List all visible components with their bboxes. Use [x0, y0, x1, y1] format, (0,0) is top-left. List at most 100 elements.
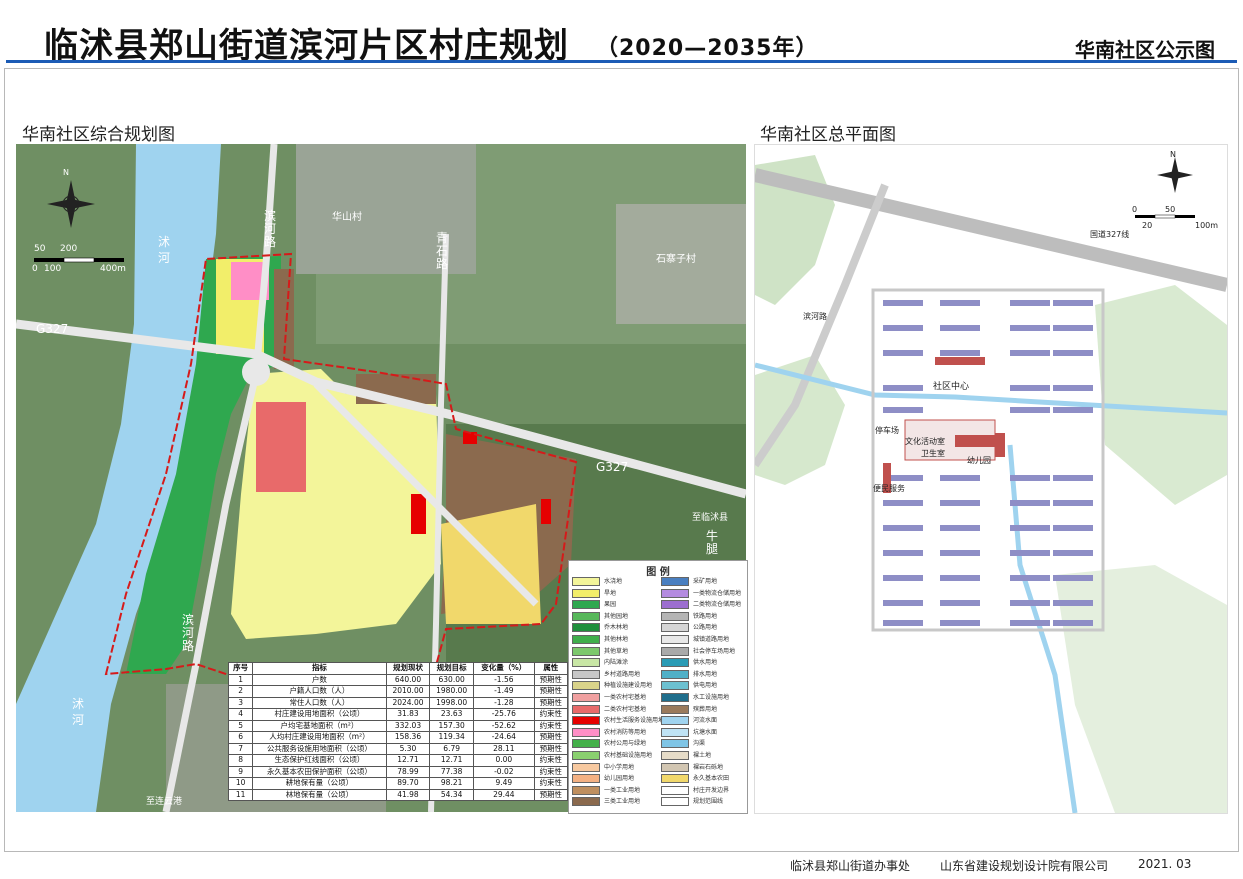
- legend-label: 坑塘水面: [693, 728, 718, 736]
- house-row: [883, 600, 923, 606]
- table-cell: 6.79: [429, 742, 474, 755]
- scale-label-200: 200: [60, 244, 78, 254]
- legend-swatch: [572, 716, 600, 726]
- legend-item: 裸土地: [661, 751, 711, 761]
- legend-item: 果园: [572, 600, 616, 610]
- legend-swatch: [661, 739, 689, 749]
- river-label-south: 沭 河: [72, 697, 85, 727]
- table-cell: 5: [227, 719, 254, 732]
- table-cell: -1.28: [472, 696, 535, 709]
- table-cell: 9: [227, 765, 254, 778]
- legend-swatch: [572, 658, 600, 668]
- house-row: [1010, 300, 1050, 306]
- house-row: [1053, 500, 1093, 506]
- legend-swatch: [572, 739, 600, 749]
- house-row: [940, 500, 980, 506]
- legend-swatch: [661, 658, 689, 668]
- map-legend: 图 例 水浇地 旱地 果园 其他园地 乔木林地 其他林地 其他草地 内陆滩涂 乡村道路用地 种植设…: [568, 560, 748, 814]
- binhe-road-label-south: 滨 河 路: [182, 613, 195, 653]
- table-row: 9 永久基本农田保护面积（公顷） 78.99 77.38 -0.02 约束性: [227, 765, 569, 778]
- table-cell: 119.34: [429, 731, 474, 744]
- house-row: [883, 385, 923, 391]
- scale-label-0: 0: [32, 264, 38, 274]
- house-row: [883, 350, 923, 356]
- table-cell: -0.02: [472, 765, 535, 778]
- table-cell: -52.62: [472, 719, 535, 732]
- legend-item: 裸岩石砾地: [661, 762, 723, 773]
- legend-title: 图 例: [646, 567, 670, 578]
- table-row: 6 人均村庄建设用地面积（m²） 158.36 119.34 -24.64 预期性: [227, 731, 569, 744]
- legend-label: 幼儿园用地: [604, 775, 635, 783]
- legend-label: 乡村道路用地: [604, 670, 641, 678]
- house-row: [940, 575, 980, 581]
- col-header: 规划目标: [429, 662, 474, 675]
- table-cell: 约束性: [533, 754, 569, 767]
- legend-item: 社会停车场用地: [661, 646, 735, 657]
- house-row: [1010, 575, 1050, 581]
- legend-item: 沟渠: [661, 739, 705, 749]
- legend-label: 裸土地: [693, 752, 712, 759]
- table-cell: 3: [227, 696, 254, 709]
- table-cell: 常住人口数（人）: [252, 696, 387, 709]
- scale-seg-2: [1154, 214, 1176, 219]
- legend-label: 水浇地: [604, 578, 623, 585]
- table-cell: 6: [227, 731, 254, 744]
- legend-label: 其他园地: [604, 612, 629, 620]
- house-row: [1053, 325, 1093, 331]
- col-header: 变化量（%）: [472, 662, 535, 675]
- house-row: [940, 475, 980, 481]
- scale-label-0: 0: [1132, 205, 1138, 214]
- footer-date: 2021. 03: [1138, 857, 1192, 871]
- table-cell: -24.64: [472, 731, 535, 744]
- table-cell: 12.71: [429, 754, 474, 767]
- legend-label: 三类工业用地: [604, 798, 641, 806]
- house-row: [1010, 407, 1050, 413]
- legend-label: 二类农村宅基地: [604, 705, 647, 713]
- house-row: [1053, 475, 1093, 481]
- legend-swatch: [661, 635, 689, 644]
- legend-swatch: [572, 704, 600, 714]
- legend-label: 城镇道路用地: [693, 636, 730, 643]
- table-cell: 78.99: [385, 765, 431, 778]
- legend-item: 中小学用地: [572, 762, 634, 773]
- left-panel-title: 华南社区综合规划图: [22, 125, 175, 145]
- house-row: [1010, 620, 1050, 626]
- legend-item: 幼儿园用地: [572, 774, 634, 784]
- legend-swatch: [661, 716, 689, 726]
- legend-item: 坑塘水面: [661, 727, 718, 738]
- community-center-building: [935, 357, 985, 365]
- house-row: [1053, 350, 1093, 356]
- industrial-north: [274, 269, 294, 369]
- table-cell: 2: [227, 685, 254, 698]
- legend-label: 一类物流仓储用地: [693, 589, 742, 597]
- legend-item: 农村消防等用地: [572, 727, 646, 738]
- house-row: [940, 300, 980, 306]
- scale-seg-2: [63, 257, 95, 263]
- scale-seg-1: [34, 258, 64, 262]
- legend-item: 采矿用地: [661, 577, 717, 587]
- legend-item: 乔木林地: [572, 623, 628, 633]
- table-cell: 0.00: [472, 754, 535, 767]
- legend-item: 二类农村宅基地: [572, 704, 647, 715]
- legend-label: 果园: [604, 601, 617, 609]
- to-linshu-label: 至临沭县: [692, 513, 729, 523]
- parking-label: 停车场: [875, 426, 899, 435]
- table-cell: 9.49: [472, 777, 535, 790]
- village-huashan-label: 华山村: [332, 212, 362, 223]
- right-panel-title: 华南社区总平面图: [760, 125, 896, 145]
- legend-item: 其他草地: [572, 646, 628, 657]
- legend-item: 农村公用与绿地: [572, 739, 646, 749]
- house-row: [883, 325, 923, 331]
- legend-item: 规划范围线: [661, 797, 723, 807]
- table-cell: 永久基本农田保护面积（公顷）: [252, 765, 387, 778]
- legend-swatch: [572, 762, 600, 772]
- scale-label-400m: 400m: [100, 264, 126, 274]
- scale-label-20: 20: [1142, 221, 1153, 230]
- table-cell: -25.76: [472, 708, 535, 721]
- legend-label: 采矿用地: [693, 578, 718, 585]
- service-facility: [411, 494, 426, 534]
- legend-swatch: [572, 751, 600, 760]
- legend-swatch: [661, 774, 689, 784]
- niutui-label: 牛 腿: [706, 529, 719, 556]
- house-row: [940, 620, 980, 626]
